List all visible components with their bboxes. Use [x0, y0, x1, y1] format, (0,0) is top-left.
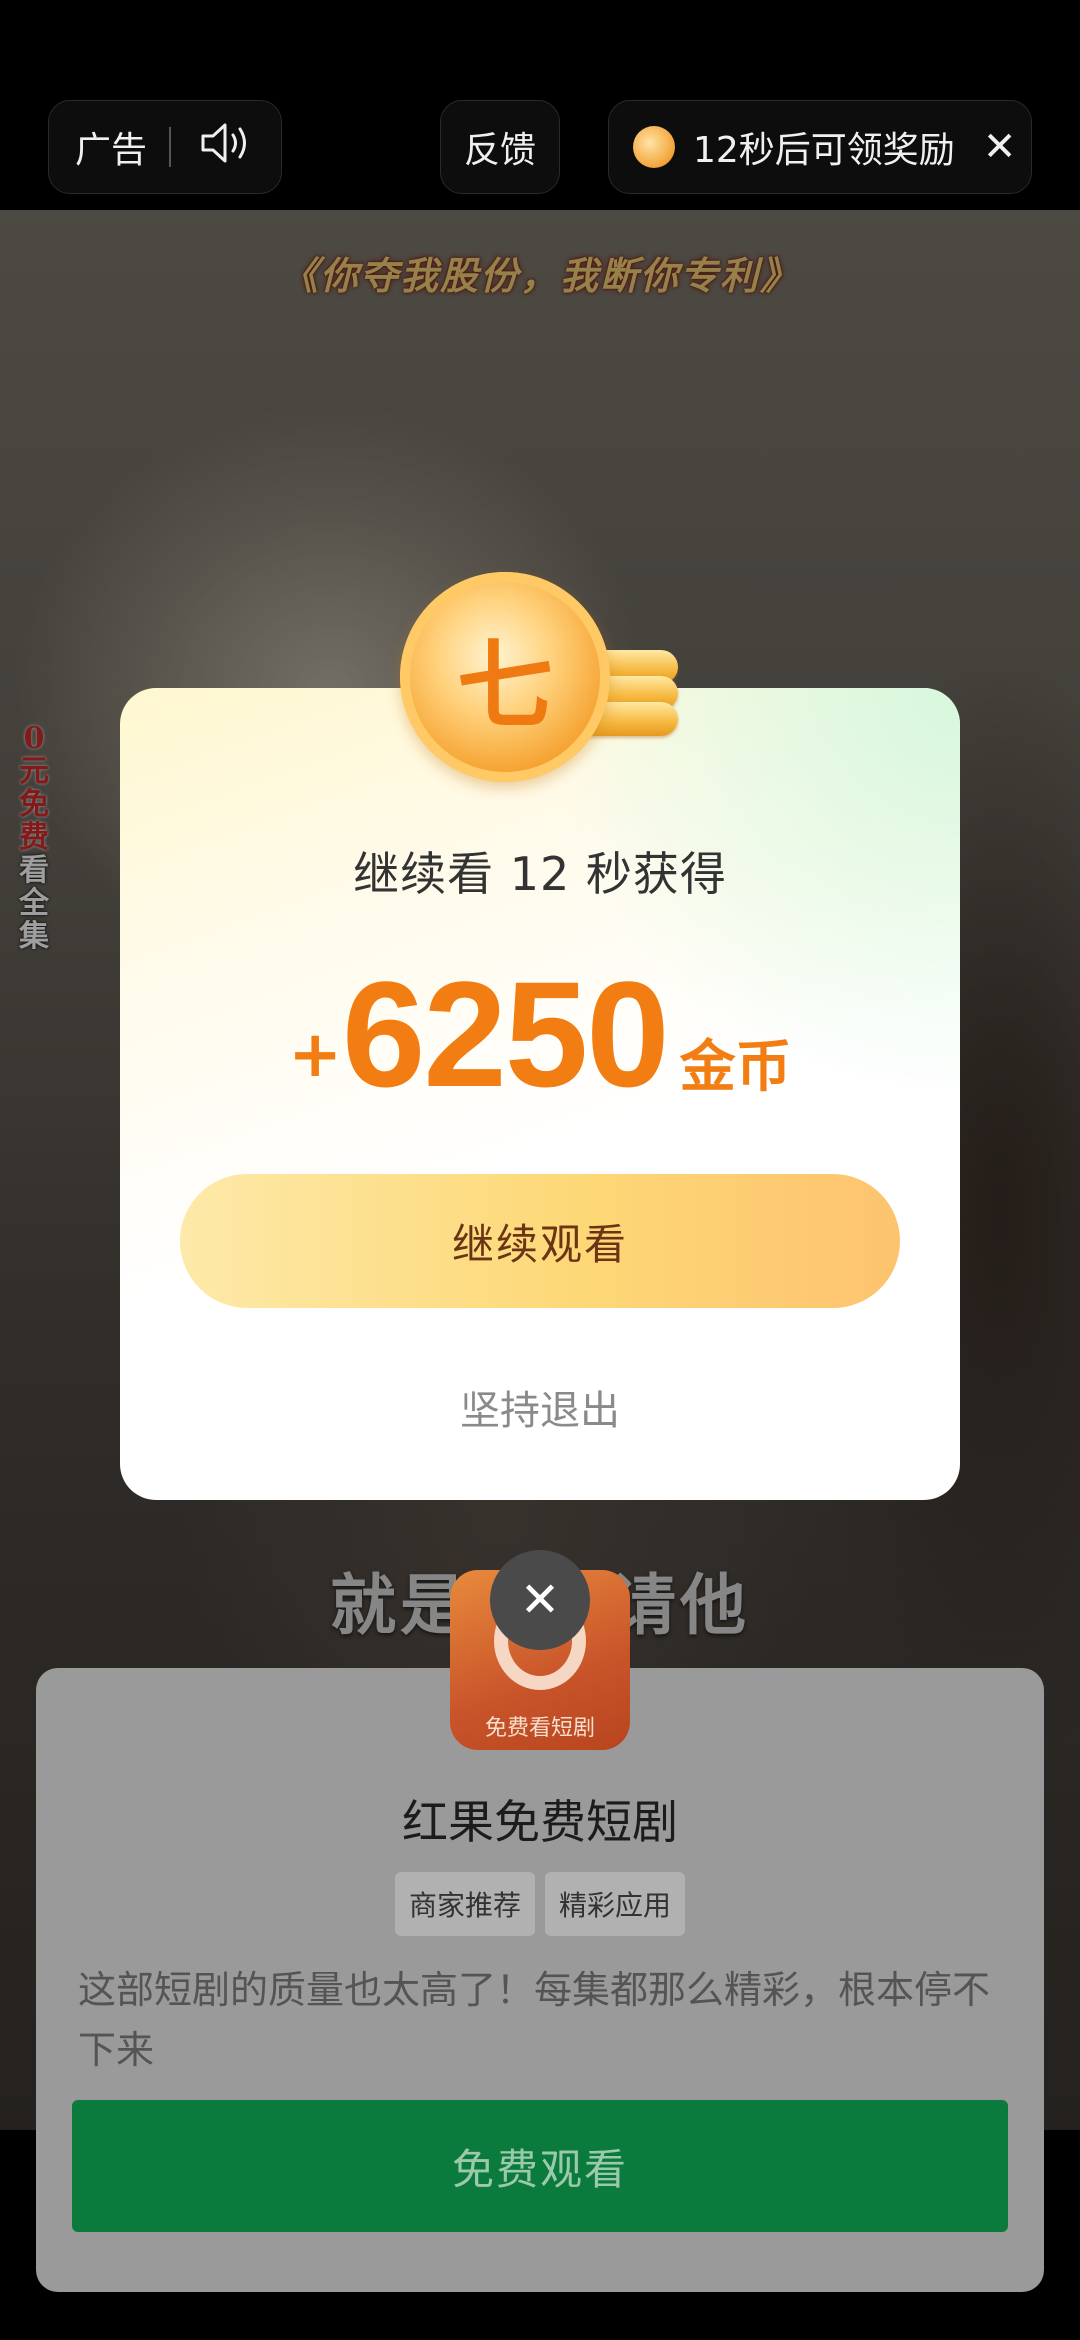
reward-countdown-pill[interactable]: 12秒后可领奖励 ✕ [608, 100, 1032, 194]
continue-watching-button[interactable]: 继续观看 [180, 1174, 900, 1308]
ad-indicator: 广告 [48, 100, 282, 194]
ad-close-button[interactable]: ✕ [490, 1550, 590, 1650]
divider [169, 127, 172, 167]
ad-description: 这部短剧的质量也太高了！每集都那么精彩，根本停不下来 [78, 1968, 991, 2072]
reward-amount: +6250 金币 [120, 948, 960, 1121]
close-icon[interactable]: ✕ [983, 124, 1017, 170]
ad-label: 广告 [75, 130, 148, 171]
reward-dialog: 继续看 12 秒获得 +6250 金币 继续观看 坚持退出 [120, 688, 960, 1500]
app-icon-label: 免费看短剧 [484, 1716, 595, 1741]
feedback-button[interactable]: 反馈 [440, 100, 560, 194]
tag-list: 商家推荐 精彩应用 [36, 1872, 1044, 1936]
reward-number: 6250 [341, 950, 670, 1118]
reward-plus: + [288, 1018, 342, 1092]
reward-unit: 金币 [679, 1035, 792, 1100]
gold-coin-icon: 七 [400, 572, 610, 782]
app-name: 红果免费短剧 [402, 1795, 678, 1849]
top-bar: 广告 反馈 12秒后可领奖励 ✕ [0, 0, 1080, 210]
tag-merchant: 商家推荐 [394, 1872, 535, 1936]
quit-button[interactable]: 坚持退出 [120, 1378, 960, 1436]
tag-app: 精彩应用 [545, 1872, 686, 1936]
reward-countdown-text: 12秒后可领奖励 [693, 130, 955, 171]
free-watch-button[interactable]: 免费观看 [72, 2100, 1008, 2232]
dialog-title: 继续看 12 秒获得 [353, 847, 727, 901]
coin-glyph: 七 [457, 628, 553, 742]
speaker-icon[interactable] [197, 119, 253, 176]
coin-icon [633, 126, 675, 168]
